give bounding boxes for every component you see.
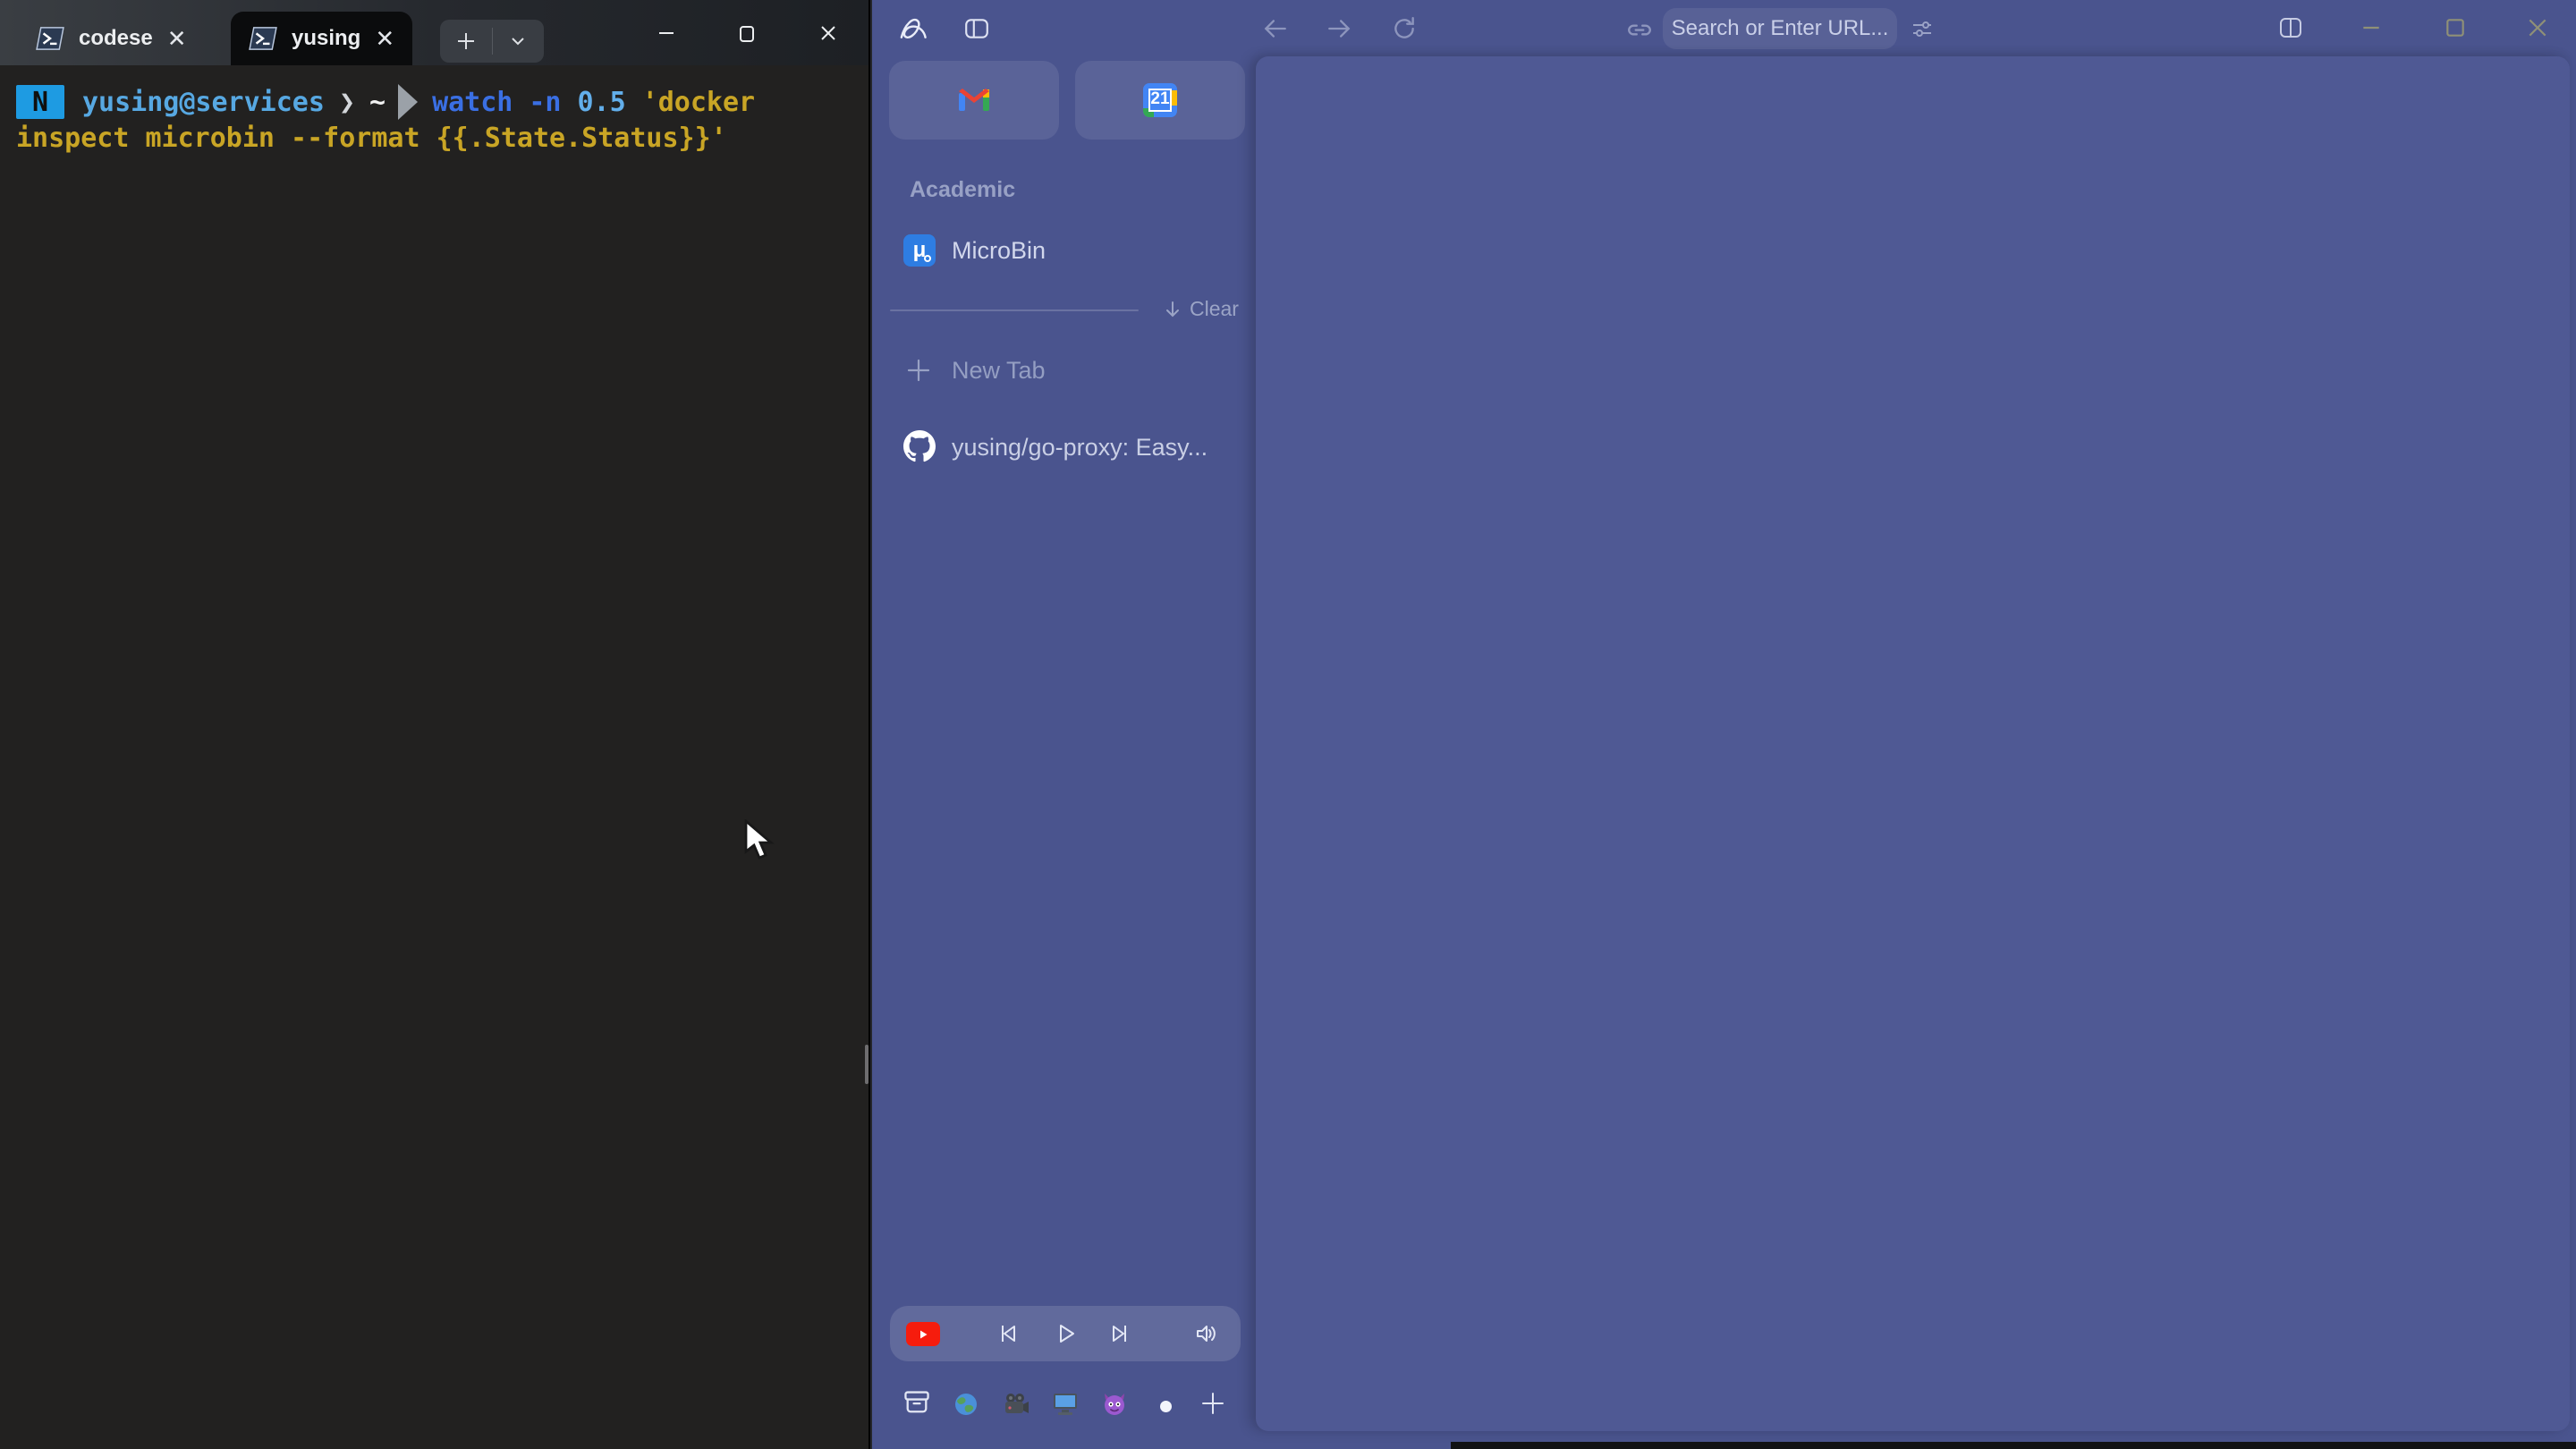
clear-tabs-button[interactable]: Clear [1163, 297, 1239, 321]
prompt-cwd: ~ [369, 87, 386, 118]
terminal-command-line2: inspect microbin --format {{.State.Statu… [16, 118, 727, 157]
desktop-icon [1052, 1392, 1079, 1417]
command-arg-start: 'docker [642, 87, 755, 118]
github-icon [903, 430, 936, 462]
browser-maximize-button[interactable] [2444, 16, 2467, 44]
terminal-tab-bar: codese ✕ yusing ✕ [0, 0, 869, 65]
google-calendar-icon: 21 [1143, 83, 1177, 117]
sidebar-tab-microbin[interactable]: μ MicroBin [889, 225, 1238, 275]
url-bar[interactable]: Search or Enter URL... [1663, 8, 1897, 49]
tab-title: codese [79, 26, 153, 51]
reload-button[interactable] [1391, 15, 1418, 47]
tab-close-icon[interactable]: ✕ [167, 27, 187, 50]
calendar-day-label: 21 [1143, 89, 1177, 109]
sidebar-divider [890, 309, 1139, 311]
add-workspace-button[interactable] [1199, 1390, 1226, 1421]
plus-icon [905, 357, 932, 384]
archive-icon [902, 1388, 931, 1417]
plus-icon [1199, 1390, 1226, 1417]
terminal-prompt-line: N yusing@services ❯ ~ watch -n 0.5 'dock… [16, 82, 755, 122]
globe-icon [953, 1392, 979, 1417]
chevron-down-icon [509, 32, 527, 50]
shell-badge: N [16, 85, 64, 119]
plus-icon [455, 30, 477, 52]
gmail-icon [955, 86, 993, 114]
window-resize-handle[interactable] [865, 1045, 869, 1084]
terminal-close-button[interactable] [788, 0, 869, 65]
workspace-devil-button[interactable] [1102, 1392, 1127, 1421]
sidebar-tab-go-proxy[interactable]: yusing/go-proxy: Easy... [889, 422, 1238, 472]
command-flag: -n [529, 87, 561, 118]
clear-label: Clear [1190, 297, 1239, 321]
close-icon [818, 22, 839, 44]
browser-window: Search or Enter URL... [870, 0, 2576, 1449]
tab-title: MicroBin [952, 237, 1046, 265]
tab-title: yusing/go-proxy: Easy... [952, 434, 1208, 462]
workspace-globe-button[interactable] [953, 1392, 979, 1421]
volume-button[interactable] [1194, 1321, 1219, 1351]
url-placeholder: Search or Enter URL... [1672, 16, 1889, 41]
back-button[interactable] [1262, 15, 1289, 47]
play-icon [1053, 1321, 1078, 1346]
movie-camera-icon [1003, 1392, 1030, 1417]
microbin-favicon: μ [903, 234, 936, 267]
media-player [890, 1306, 1241, 1361]
terminal-new-tab-group [440, 20, 544, 63]
archive-button[interactable] [902, 1388, 931, 1421]
new-tab-button[interactable] [440, 20, 492, 63]
prompt-chevron: ❯ [339, 87, 355, 118]
browser-close-button[interactable] [2526, 16, 2549, 44]
essential-tab-calendar[interactable]: 21 [1075, 61, 1245, 140]
previous-track-button[interactable] [996, 1321, 1021, 1351]
command-keyword: watch [432, 87, 513, 118]
previous-track-icon [996, 1321, 1021, 1346]
next-track-button[interactable] [1107, 1321, 1132, 1351]
workspace-label: Academic [910, 177, 1015, 203]
terminal-tab-yusing[interactable]: yusing ✕ [231, 12, 412, 65]
prompt-user-host: yusing@services [82, 87, 325, 118]
link-icon[interactable] [1626, 16, 1653, 47]
terminal-minimize-button[interactable] [626, 0, 707, 65]
youtube-icon[interactable] [906, 1322, 940, 1346]
active-workspace-dot-icon[interactable] [1160, 1401, 1172, 1412]
essential-tab-gmail[interactable] [889, 61, 1059, 140]
sidebar-toggle-button[interactable] [963, 15, 990, 47]
new-tab-label: New Tab [952, 357, 1046, 385]
command-value: 0.5 [578, 87, 626, 118]
tab-title: yusing [292, 26, 360, 51]
next-track-icon [1107, 1321, 1132, 1346]
sidebar-new-tab-button[interactable]: New Tab [889, 347, 1238, 394]
workspace-video-button[interactable] [1003, 1392, 1030, 1421]
maximize-icon [736, 22, 758, 44]
minimize-icon [656, 22, 677, 44]
web-content-area[interactable] [1256, 56, 2570, 1431]
workspace-desktop-button[interactable] [1052, 1392, 1079, 1421]
powerline-arrow-icon [398, 84, 418, 120]
powershell-icon [249, 26, 277, 51]
terminal-window: codese ✕ yusing ✕ [0, 0, 869, 1449]
play-button[interactable] [1053, 1321, 1078, 1351]
terminal-tab-codese[interactable]: codese ✕ [18, 12, 205, 65]
terminal-maximize-button[interactable] [707, 0, 787, 65]
devil-icon [1102, 1392, 1127, 1417]
split-view-button[interactable] [2278, 15, 2303, 45]
tab-close-icon[interactable]: ✕ [375, 27, 394, 50]
toolbar-settings-icon[interactable] [1910, 16, 1935, 46]
volume-icon [1194, 1321, 1219, 1346]
background-window-edge [1451, 1442, 2576, 1449]
browser-minimize-button[interactable] [2360, 16, 2383, 44]
zen-logo-icon[interactable] [897, 13, 928, 48]
forward-button[interactable] [1326, 15, 1352, 47]
tab-dropdown-button[interactable] [492, 20, 544, 63]
arrow-down-icon [1163, 300, 1182, 319]
mouse-cursor [742, 819, 780, 862]
powershell-icon [36, 26, 64, 51]
